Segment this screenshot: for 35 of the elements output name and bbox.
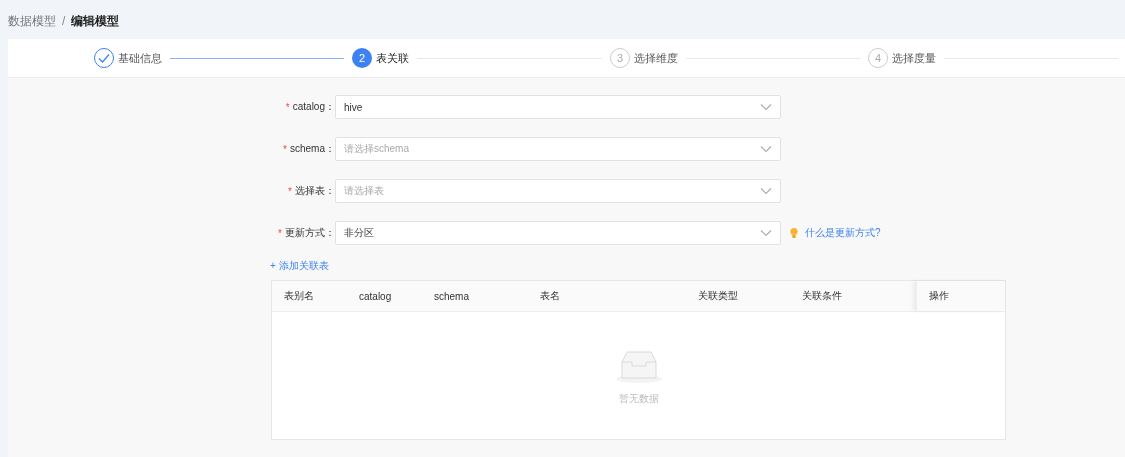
column-header: 表名 [540,289,561,303]
chevron-down-icon [760,103,772,111]
column-header: catalog [359,290,393,302]
breadcrumb-separator: / [62,14,66,28]
step-label: 选择度量 [892,50,936,66]
step-number: 2 [352,48,372,68]
required-mark: * [285,101,290,113]
column-header: schema [434,290,470,302]
select-field[interactable]: 非分区 [335,221,781,245]
lightbulb-icon [789,227,799,239]
step-label: 基础信息 [118,50,162,66]
required-mark: * [288,185,292,197]
breadcrumb-item: 编辑模型 [71,12,120,30]
step-label: 选择维度 [634,50,678,66]
required-mark: * [283,143,287,155]
field-label: schema： [290,142,335,156]
breadcrumb-item[interactable]: 数据模型 [8,12,56,30]
add-table-link[interactable]: + 添加关联表 [270,260,329,271]
field-label: 更新方式： [285,226,335,240]
step-label: 表关联 [376,50,409,66]
column-header: 关联条件 [802,289,843,303]
field-label: 选择表： [295,184,335,198]
chevron-down-icon [760,145,772,153]
help-link[interactable]: 什么是更新方式? [805,226,881,240]
column-header: 操作 [916,281,1005,311]
select-field[interactable]: 请选择schema [335,137,781,161]
field-label: catalog： [292,100,335,114]
select-field[interactable]: 请选择表 [335,179,781,203]
select-field[interactable]: hive [335,95,781,119]
required-mark: * [278,227,282,239]
column-header: 关联类型 [698,289,739,303]
chevron-down-icon [760,187,772,195]
column-header: 表别名 [283,289,315,303]
empty-inbox-icon [614,350,663,384]
chevron-down-icon [760,229,772,237]
